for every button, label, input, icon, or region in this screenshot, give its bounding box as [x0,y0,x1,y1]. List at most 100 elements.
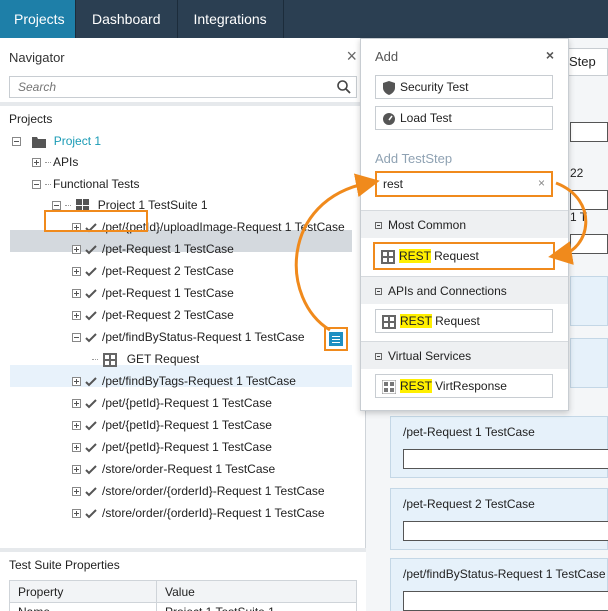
property-name: Name [10,603,157,611]
check-icon [85,443,97,453]
expand-icon[interactable] [72,289,81,299]
expand-icon[interactable] [72,443,81,453]
collapse-icon[interactable] [375,288,382,296]
tree-connector [45,184,51,186]
close-icon[interactable]: × [546,47,554,63]
check-icon [85,465,97,475]
clear-icon[interactable]: × [538,176,545,190]
expand-icon[interactable] [72,421,81,431]
teststep-search-input[interactable] [377,173,527,195]
check-icon [85,421,97,431]
tree-testcase[interactable]: /store/order/{orderId}-Request 1 TestCas… [72,502,325,524]
expand-icon[interactable] [72,267,81,277]
tab-projects[interactable]: Projects [0,0,76,38]
search-icon[interactable] [336,79,352,95]
check-icon [85,509,97,519]
tree-functional-tests[interactable]: Functional Tests [32,173,140,195]
navigator-header: Navigator × [0,38,365,76]
group-label: Most Common [388,218,467,232]
collapse-icon[interactable] [375,222,382,230]
check-icon [85,333,97,343]
tree-teststep[interactable]: GET Request [92,348,199,370]
tree-apis[interactable]: APIs [32,151,78,173]
collapse-icon[interactable] [375,353,382,361]
tree-testcase[interactable]: /pet-Request 1 TestCase [72,238,234,260]
rest-request-item-apis[interactable]: REST Request [375,309,553,333]
item-label: Request [430,249,479,263]
functional-tests-callout [44,210,148,232]
editor-field[interactable] [570,190,608,210]
testcase-label: /pet-Request 1 TestCase [102,242,234,256]
tree-testcase[interactable]: /pet/{petId}-Request 1 TestCase [72,436,272,458]
search-match-highlight: REST [400,314,432,328]
tree-connector [45,162,51,164]
expand-icon[interactable] [72,399,81,409]
gauge-icon [383,112,395,125]
teststep-search: × [375,171,553,197]
expand-icon[interactable] [32,158,41,168]
tree-project[interactable]: Project 1 [12,130,101,152]
testcase-label: /pet-Request 2 TestCase [102,264,234,278]
top-navigation-bar: Projects Dashboard Integrations [0,0,608,38]
editor-field[interactable] [570,122,608,142]
group-virtual-services[interactable]: Virtual Services [361,341,568,369]
testcase-card-title: /pet/findByStatus-Request 1 TestCase [403,567,606,581]
property-value: Project 1 TestSuite 1 [157,603,275,611]
tree-connector [65,205,71,207]
testcase-label: /store/order-Request 1 TestCase [102,462,276,476]
tree-testcase[interactable]: /pet/findByStatus-Request 1 TestCase [72,326,305,348]
add-popup: Add × Security Test Load Test Add TestSt… [360,38,569,411]
editor-field[interactable] [570,234,608,254]
tree-testcase[interactable]: /pet-Request 2 TestCase [72,304,234,326]
tree-testcase[interactable]: /pet/{petId}-Request 1 TestCase [72,392,272,414]
expand-icon[interactable] [72,311,81,321]
popup-title: Add [375,49,399,64]
expand-icon[interactable] [72,245,81,255]
rest-request-item-most-common[interactable]: REST Request [373,242,555,270]
check-icon [85,399,97,409]
projects-label: Projects [9,112,53,126]
collapse-icon[interactable] [72,333,81,343]
tree-testcase[interactable]: /store/order/{orderId}-Request 1 TestCas… [72,480,325,502]
collapse-icon[interactable] [52,201,61,211]
testcase-card-title: /pet-Request 2 TestCase [403,497,535,511]
context-menu-button[interactable] [324,327,348,351]
testcase-card-field[interactable] [403,521,608,541]
testcase-label: /pet-Request 2 TestCase [102,308,234,322]
expand-icon[interactable] [72,487,81,497]
load-test-button[interactable]: Load Test [375,106,553,130]
expand-icon[interactable] [72,465,81,475]
collapse-icon[interactable] [32,180,41,190]
tree-testcase[interactable]: /pet/{petId}-Request 1 TestCase [72,414,272,436]
search-input[interactable] [10,77,330,97]
group-apis-connections[interactable]: APIs and Connections [361,276,568,304]
testcase-card-field[interactable] [403,591,608,611]
tree-testcase[interactable]: /store/order-Request 1 TestCase [72,458,275,480]
column-header-property[interactable]: Property [10,581,157,602]
tree-testcase[interactable]: /pet-Request 2 TestCase [72,260,234,282]
testcase-card-field[interactable] [403,449,608,469]
check-icon [85,311,97,321]
check-icon [85,377,97,387]
tab-dashboard[interactable]: Dashboard [76,0,178,38]
tree-testcase[interactable]: /pet-Request 1 TestCase [72,282,234,304]
tree-testcase[interactable]: /pet/findByTags-Request 1 TestCase [72,370,296,392]
column-header-value[interactable]: Value [157,581,195,602]
expand-icon[interactable] [72,509,81,519]
search-match-highlight: REST [400,379,432,393]
testcase-card-title: /pet-Request 1 TestCase [403,425,535,439]
teststep-label: GET Request [126,352,200,366]
rest-virtresponse-item[interactable]: REST VirtResponse [375,374,553,398]
testcase-label: /pet/findByTags-Request 1 TestCase [102,374,296,388]
editor-card [570,338,608,388]
security-test-button[interactable]: Security Test [375,75,553,99]
collapse-icon[interactable] [12,137,21,147]
properties-header: Property Value [10,581,356,603]
close-icon[interactable]: × [346,46,357,67]
group-most-common[interactable]: Most Common [361,210,568,238]
table-row[interactable]: Name Project 1 TestSuite 1 [10,603,356,611]
tab-integrations[interactable]: Integrations [178,0,284,38]
check-icon [85,289,97,299]
expand-icon[interactable] [72,377,81,387]
shield-icon [383,80,395,95]
